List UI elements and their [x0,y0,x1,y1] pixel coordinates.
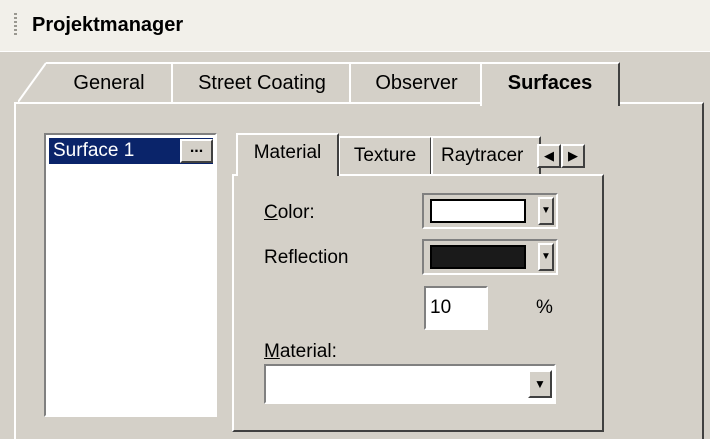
tab-texture[interactable]: Texture [338,136,432,174]
material-select[interactable]: ▼ [264,364,556,404]
tab-street-coating[interactable]: Street Coating [171,62,353,102]
title-bar: Projektmanager [0,0,710,52]
color-swatch [430,199,526,223]
surface-options-button[interactable]: ... [180,139,213,163]
chevron-down-icon[interactable]: ▼ [528,370,552,398]
tab-general[interactable]: General [46,62,174,102]
material-label-text: aterial: [279,341,337,362]
chevron-down-icon[interactable]: ▼ [538,197,554,225]
reflection-label: Reflection [264,247,349,268]
chevron-down-icon[interactable]: ▼ [538,243,554,271]
material-label: Material: [264,340,337,364]
reflection-percent-input[interactable] [424,286,488,330]
color-label: Color: [264,201,315,225]
tab-material[interactable]: Material [236,133,339,176]
window-title: Projektmanager [32,14,184,36]
surface-list[interactable]: Surface 1 ... [44,133,217,417]
color-label-accelerator: C [264,202,278,223]
reflection-color-picker[interactable]: ▼ [422,239,558,275]
percent-unit: % [536,297,553,318]
tab-observer[interactable]: Observer [349,62,484,102]
scroll-right-icon[interactable]: ▶ [561,144,585,168]
tab-surfaces[interactable]: Surfaces [480,62,620,106]
reflection-swatch [430,245,526,269]
grip-handle-icon[interactable] [14,13,17,37]
surface-item-label: Surface 1 [53,140,135,161]
material-label-accelerator: M [264,341,280,362]
list-item[interactable]: Surface 1 ... [49,138,213,164]
tab-slant-general [18,62,48,102]
color-picker[interactable]: ▼ [422,193,558,229]
color-label-text: olor: [277,202,315,223]
scroll-left-icon[interactable]: ◀ [537,144,561,168]
tab-raytracer[interactable]: Raytracer [431,136,541,174]
